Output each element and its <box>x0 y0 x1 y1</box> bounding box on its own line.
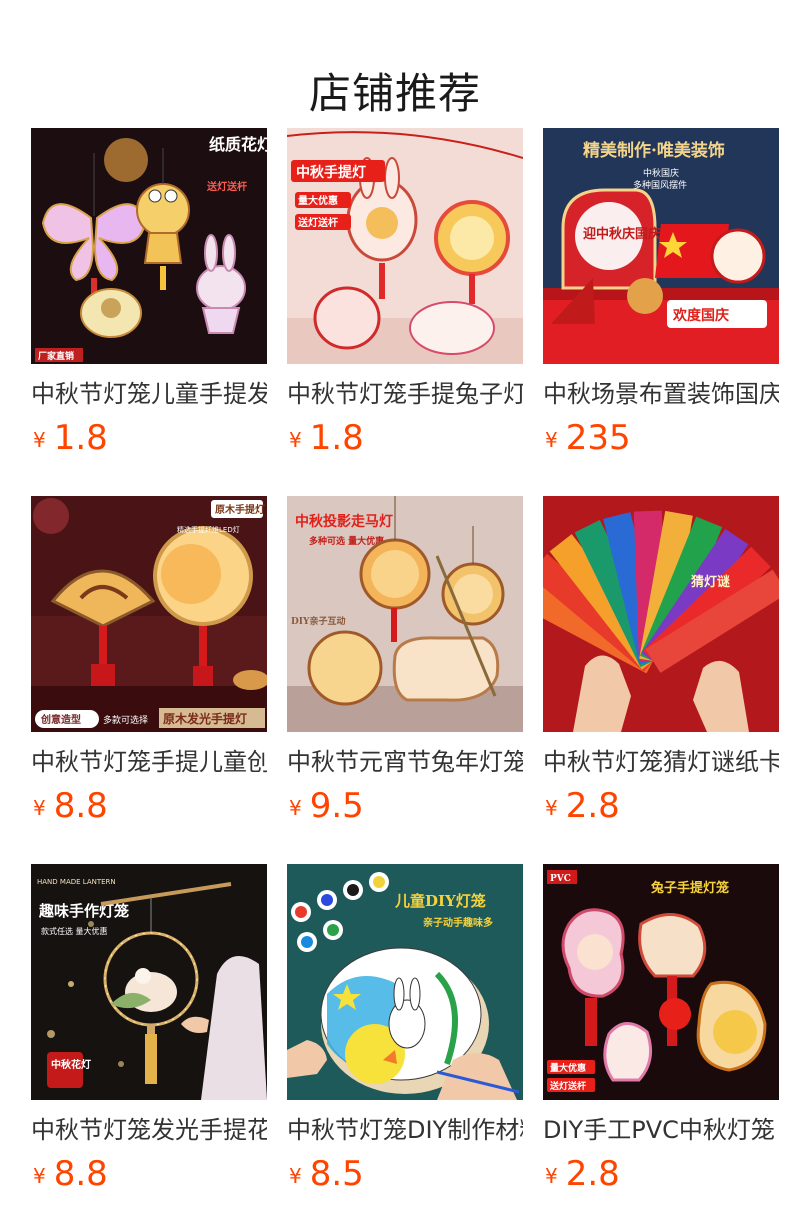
image-label: 精选手提纤维LED灯 <box>177 525 240 534</box>
price-value: 2.8 <box>565 1154 620 1194</box>
price-value: 8.8 <box>53 1154 108 1194</box>
product-image[interactable]: 精美制作·唯美装饰 中秋国庆 多种国风摆件 迎中秋庆国庆 欢度国庆 <box>543 128 779 364</box>
product-card[interactable]: PVC 兔子手提灯笼 量大优惠 送灯送杆 DIY手工PVC中秋灯笼 ¥ 2.8 <box>543 864 779 1232</box>
image-label: 迎中秋庆国庆 <box>583 226 661 242</box>
product-name[interactable]: 中秋节灯笼手提儿童创意 <box>31 744 267 780</box>
currency-symbol: ¥ <box>545 796 558 820</box>
product-image[interactable]: 中秋手提灯 量大优惠 送灯送杆 <box>287 128 523 364</box>
product-card[interactable]: 儿童DIY灯笼 亲子动手趣味多 中秋节灯笼DIY制作材料 ¥ 8.5 <box>287 864 523 1232</box>
product-name[interactable]: 中秋节灯笼发光手提花灯 <box>31 1112 267 1148</box>
product-price: ¥235 <box>545 416 631 460</box>
product-image[interactable]: HAND MADE LANTERN 趣味手作灯笼 款式任选 量大优惠 中秋花灯 <box>31 864 267 1100</box>
currency-symbol: ¥ <box>289 428 302 452</box>
product-price: ¥2.8 <box>545 784 620 828</box>
product-card[interactable]: 猜灯谜 中秋节灯笼猜灯谜纸卡 ¥2.8 <box>543 496 779 864</box>
image-label: 创意造型 <box>40 713 81 726</box>
image-label: 中秋手提灯 <box>296 164 366 181</box>
image-label: PVC <box>550 874 571 884</box>
product-price: ¥8.8 <box>33 784 108 828</box>
product-price: ¥1.8 <box>33 416 108 460</box>
product-name[interactable]: DIY手工PVC中秋灯笼 <box>543 1112 779 1148</box>
product-image[interactable]: 原木手提灯 精选手提纤维LED灯 创意造型 多款可选择 原木发光手提灯 <box>31 496 267 732</box>
currency-symbol: ¥ <box>545 428 558 452</box>
image-label: HAND MADE LANTERN <box>37 878 116 886</box>
product-name[interactable]: 中秋节灯笼猜灯谜纸卡 <box>543 744 779 780</box>
product-price: ¥2.8 <box>545 1152 620 1196</box>
product-name[interactable]: 中秋节灯笼DIY制作材料 <box>287 1112 523 1148</box>
product-image[interactable]: 儿童DIY灯笼 亲子动手趣味多 <box>287 864 523 1100</box>
image-label: 送灯送杆 <box>549 1080 586 1092</box>
product-grid: 纸质花灯 送灯送杆 厂家直销 中秋节灯笼儿童手提发光 ¥1.8 <box>31 128 780 1232</box>
product-card[interactable]: 中秋手提灯 量大优惠 送灯送杆 中秋节灯笼手提兔子灯 ¥1.8 <box>287 128 523 496</box>
image-label: 量大优惠 <box>550 1062 586 1074</box>
image-label: 趣味手作灯笼 <box>38 902 129 920</box>
image-label: 猜灯谜 <box>690 574 731 590</box>
price-value: 8.8 <box>53 786 108 826</box>
currency-symbol: ¥ <box>33 1164 46 1188</box>
currency-symbol: ¥ <box>289 1164 302 1188</box>
image-label: 中秋花灯 <box>51 1058 91 1071</box>
image-label: 亲子动手趣味多 <box>423 916 493 929</box>
product-image[interactable]: PVC 兔子手提灯笼 量大优惠 送灯送杆 <box>543 864 779 1100</box>
image-label: 厂家直销 <box>38 350 74 362</box>
price-value: 1.8 <box>53 418 108 458</box>
image-label: 儿童DIY灯笼 <box>394 892 486 910</box>
product-name[interactable]: 中秋节灯笼儿童手提发光 <box>31 376 267 412</box>
image-label: 量大优惠 <box>298 194 338 207</box>
currency-symbol: ¥ <box>545 1164 558 1188</box>
product-price: ¥8.8 <box>33 1152 108 1196</box>
currency-symbol: ¥ <box>33 428 46 452</box>
product-price: ¥1.8 <box>289 416 364 460</box>
image-label: 多种国风摆件 <box>633 179 687 191</box>
currency-symbol: ¥ <box>33 796 46 820</box>
product-price: ¥9.5 <box>289 784 364 828</box>
image-label: 中秋国庆 <box>643 167 679 179</box>
product-name[interactable]: 中秋节元宵节兔年灯笼 <box>287 744 523 780</box>
image-label: 中秋投影走马灯 <box>295 513 393 530</box>
image-label: DIY亲子互动 <box>291 615 345 627</box>
price-value: 235 <box>565 418 631 458</box>
currency-symbol: ¥ <box>289 796 302 820</box>
image-label: 兔子手提灯笼 <box>650 880 729 896</box>
image-label: 精美制作·唯美装饰 <box>583 140 725 161</box>
price-value: 8.5 <box>309 1154 364 1194</box>
price-value: 2.8 <box>565 786 620 826</box>
image-label: 款式任选 量大优惠 <box>41 926 108 936</box>
price-value: 1.8 <box>309 418 364 458</box>
product-card[interactable]: 精美制作·唯美装饰 中秋国庆 多种国风摆件 迎中秋庆国庆 欢度国庆 中秋场景布置… <box>543 128 779 496</box>
image-label: 纸质花灯 <box>209 135 267 154</box>
product-card[interactable]: HAND MADE LANTERN 趣味手作灯笼 款式任选 量大优惠 中秋花灯 … <box>31 864 267 1232</box>
image-label: 多款可选择 <box>103 714 148 726</box>
image-label: 原木发光手提灯 <box>163 711 247 726</box>
product-card[interactable]: 中秋投影走马灯 多种可选 量大优惠 DIY亲子互动 中秋节元宵节兔年灯笼 ¥ 9… <box>287 496 523 864</box>
product-card[interactable]: 原木手提灯 精选手提纤维LED灯 创意造型 多款可选择 原木发光手提灯 中秋节灯… <box>31 496 267 864</box>
image-label: 欢度国庆 <box>672 307 729 324</box>
product-image[interactable]: 猜灯谜 <box>543 496 779 732</box>
product-name[interactable]: 中秋节灯笼手提兔子灯 <box>287 376 523 412</box>
product-image[interactable]: 中秋投影走马灯 多种可选 量大优惠 DIY亲子互动 <box>287 496 523 732</box>
product-image[interactable]: 纸质花灯 送灯送杆 厂家直销 <box>31 128 267 364</box>
image-label: 送灯送杆 <box>206 180 247 193</box>
image-label: 多种可选 量大优惠 <box>309 535 384 547</box>
section-title: 店铺推荐 <box>308 69 481 119</box>
image-label: 原木手提灯 <box>215 503 265 516</box>
product-price: ¥8.5 <box>289 1152 364 1196</box>
product-name[interactable]: 中秋场景布置装饰国庆 <box>543 376 779 412</box>
image-label: 送灯送杆 <box>297 216 338 229</box>
product-card[interactable]: 纸质花灯 送灯送杆 厂家直销 中秋节灯笼儿童手提发光 ¥1.8 <box>31 128 267 496</box>
price-value: 9.5 <box>309 786 364 826</box>
